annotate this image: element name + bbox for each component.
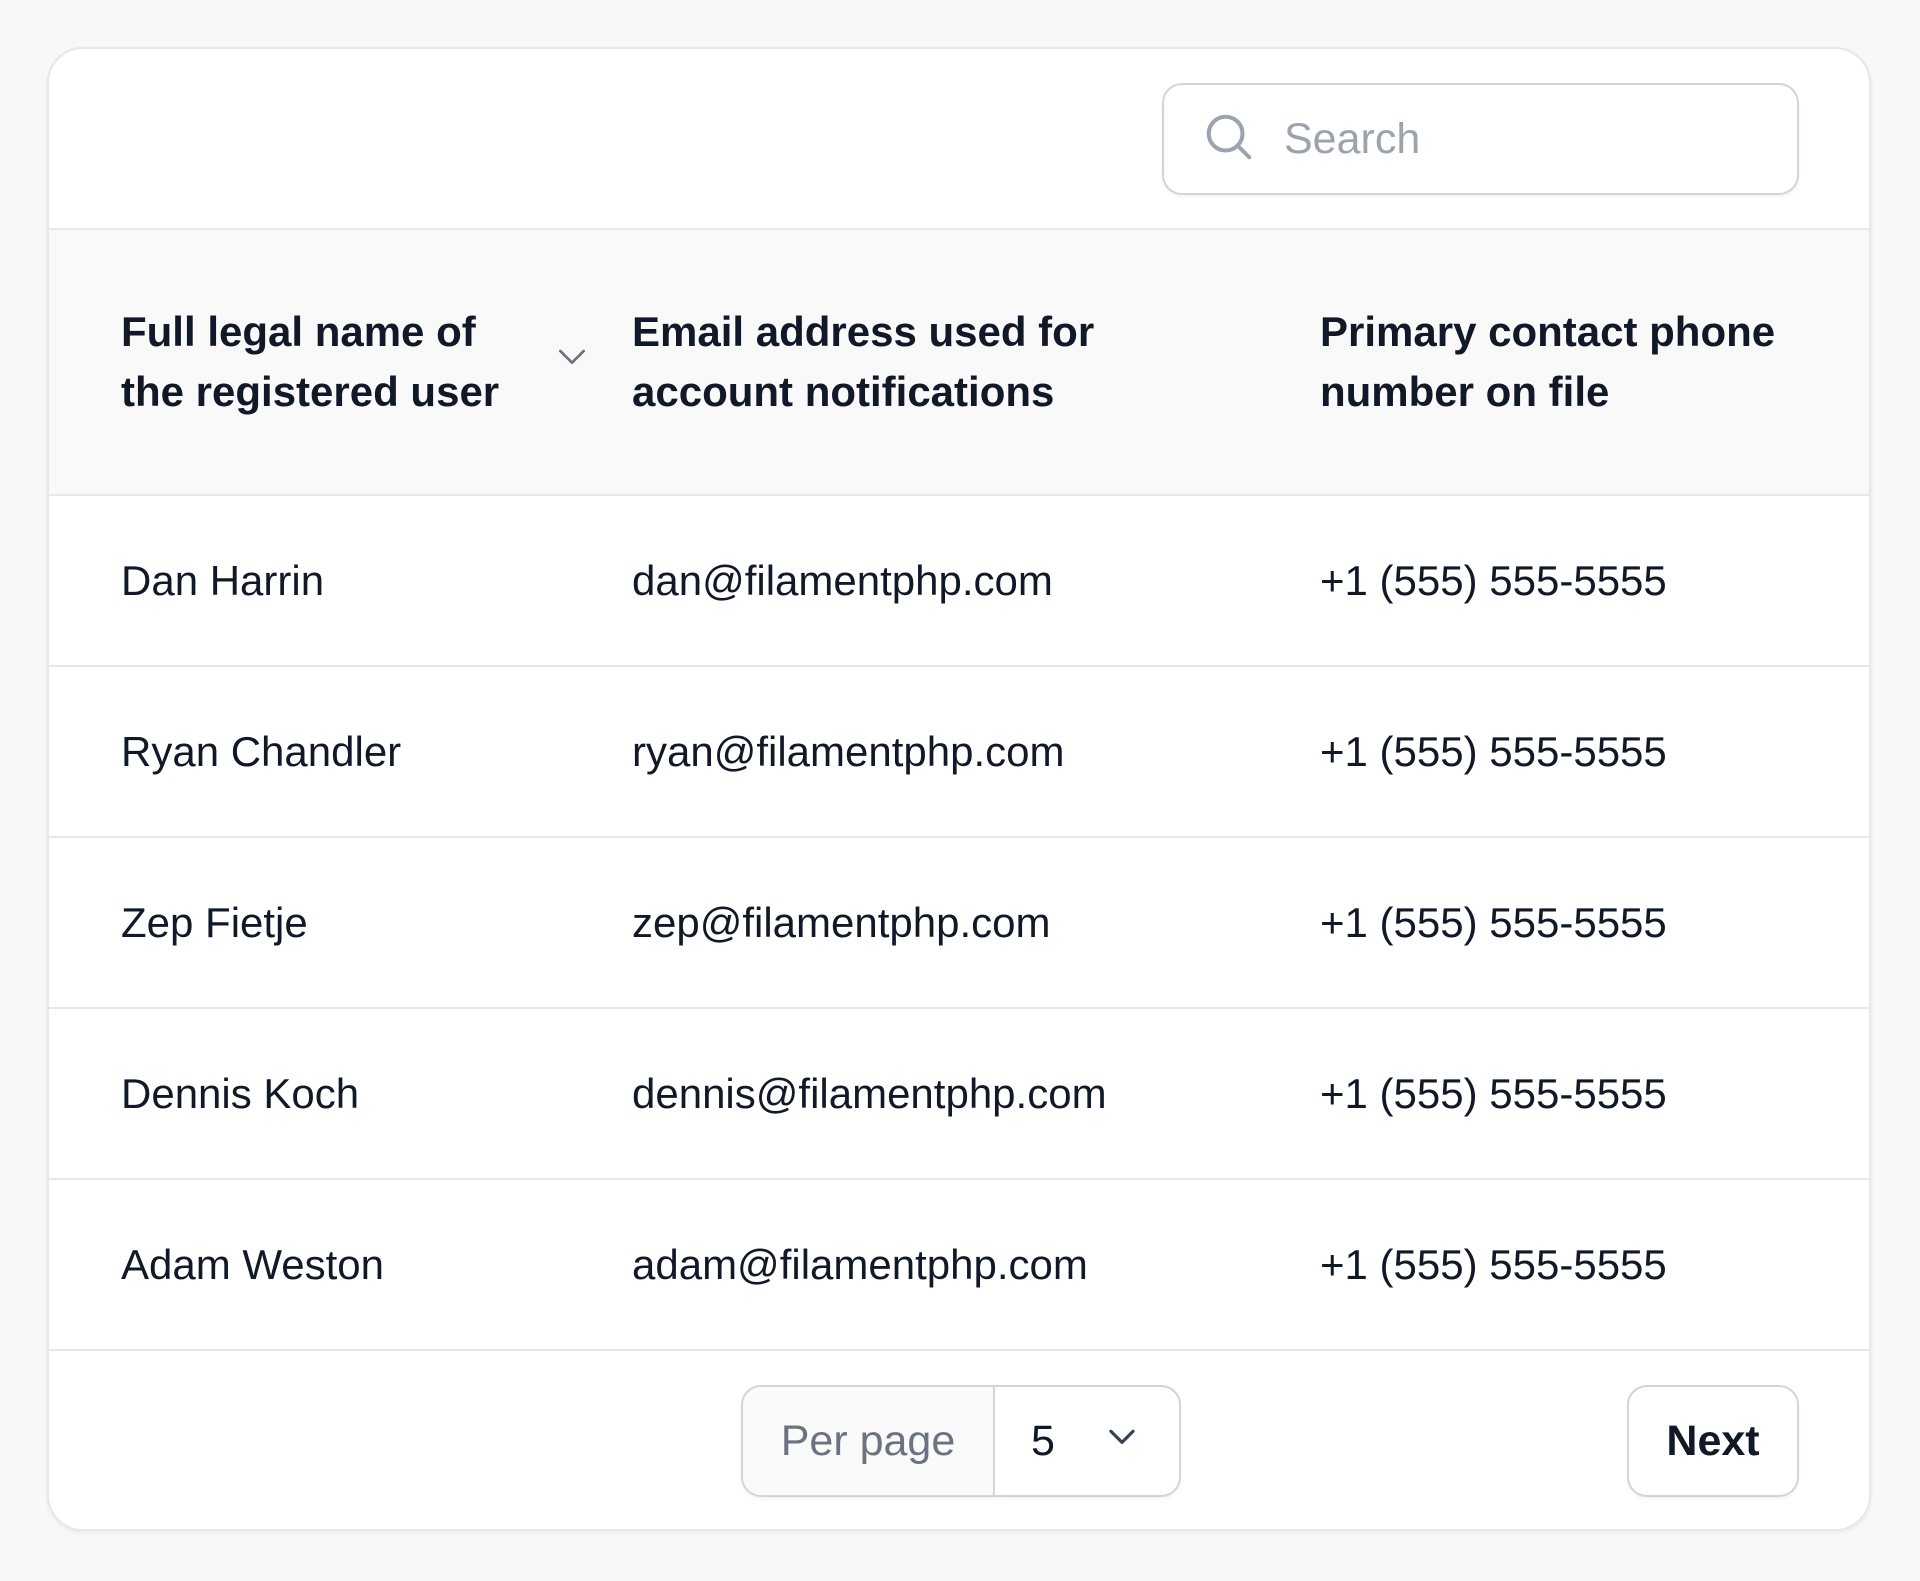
chevron-down-icon[interactable]: [552, 332, 592, 392]
per-page-dropdown[interactable]: 5: [995, 1387, 1179, 1495]
table-row[interactable]: Dennis Koch dennis@filamentphp.com +1 (5…: [49, 1008, 1869, 1180]
search-box[interactable]: [1162, 83, 1799, 195]
cell-name: Ryan Chandler: [49, 666, 632, 838]
cell-email: ryan@filamentphp.com: [632, 666, 1320, 838]
column-header-label: Full legal name of the registered user: [121, 308, 500, 415]
per-page-select[interactable]: Per page 5: [741, 1385, 1181, 1497]
cell-name: Dan Harrin: [49, 495, 632, 667]
cell-phone: +1 (555) 555-5555: [1320, 495, 1869, 667]
table-toolbar: [49, 49, 1869, 230]
table-row[interactable]: Dan Harrin dan@filamentphp.com +1 (555) …: [49, 495, 1869, 667]
table-row[interactable]: Ryan Chandler ryan@filamentphp.com +1 (5…: [49, 666, 1869, 838]
users-table: Full legal name of the registered user E…: [49, 230, 1869, 1351]
column-header-label: Primary contact phone number on file: [1320, 308, 1776, 415]
search-input[interactable]: [1282, 113, 1766, 165]
cell-name: Zep Fietje: [49, 837, 632, 1009]
per-page-value: 5: [1031, 1416, 1055, 1465]
cell-email: zep@filamentphp.com: [632, 837, 1320, 1009]
pagination-footer: Per page 5 Next: [49, 1351, 1869, 1529]
table-header-row: Full legal name of the registered user E…: [49, 230, 1869, 496]
table-row[interactable]: Zep Fietje zep@filamentphp.com +1 (555) …: [49, 837, 1869, 1009]
cell-name: Dennis Koch: [49, 1008, 632, 1180]
table-row[interactable]: Adam Weston adam@filamentphp.com +1 (555…: [49, 1179, 1869, 1351]
next-page-button[interactable]: Next: [1627, 1385, 1799, 1497]
column-header-name[interactable]: Full legal name of the registered user: [49, 230, 632, 496]
cell-phone: +1 (555) 555-5555: [1320, 837, 1869, 1009]
cell-name: Adam Weston: [49, 1179, 632, 1351]
cell-phone: +1 (555) 555-5555: [1320, 1008, 1869, 1180]
cell-phone: +1 (555) 555-5555: [1320, 1179, 1869, 1351]
column-header-phone: Primary contact phone number on file: [1320, 230, 1869, 496]
column-header-email: Email address used for account notificat…: [632, 230, 1320, 496]
cell-email: dan@filamentphp.com: [632, 495, 1320, 667]
table-card: Full legal name of the registered user E…: [47, 47, 1871, 1531]
cell-email: dennis@filamentphp.com: [632, 1008, 1320, 1180]
column-header-label: Email address used for account notificat…: [632, 308, 1095, 415]
cell-phone: +1 (555) 555-5555: [1320, 666, 1869, 838]
chevron-down-icon: [1103, 1417, 1141, 1466]
per-page-label: Per page: [743, 1387, 995, 1495]
cell-email: adam@filamentphp.com: [632, 1179, 1320, 1351]
search-icon: [1202, 110, 1256, 169]
